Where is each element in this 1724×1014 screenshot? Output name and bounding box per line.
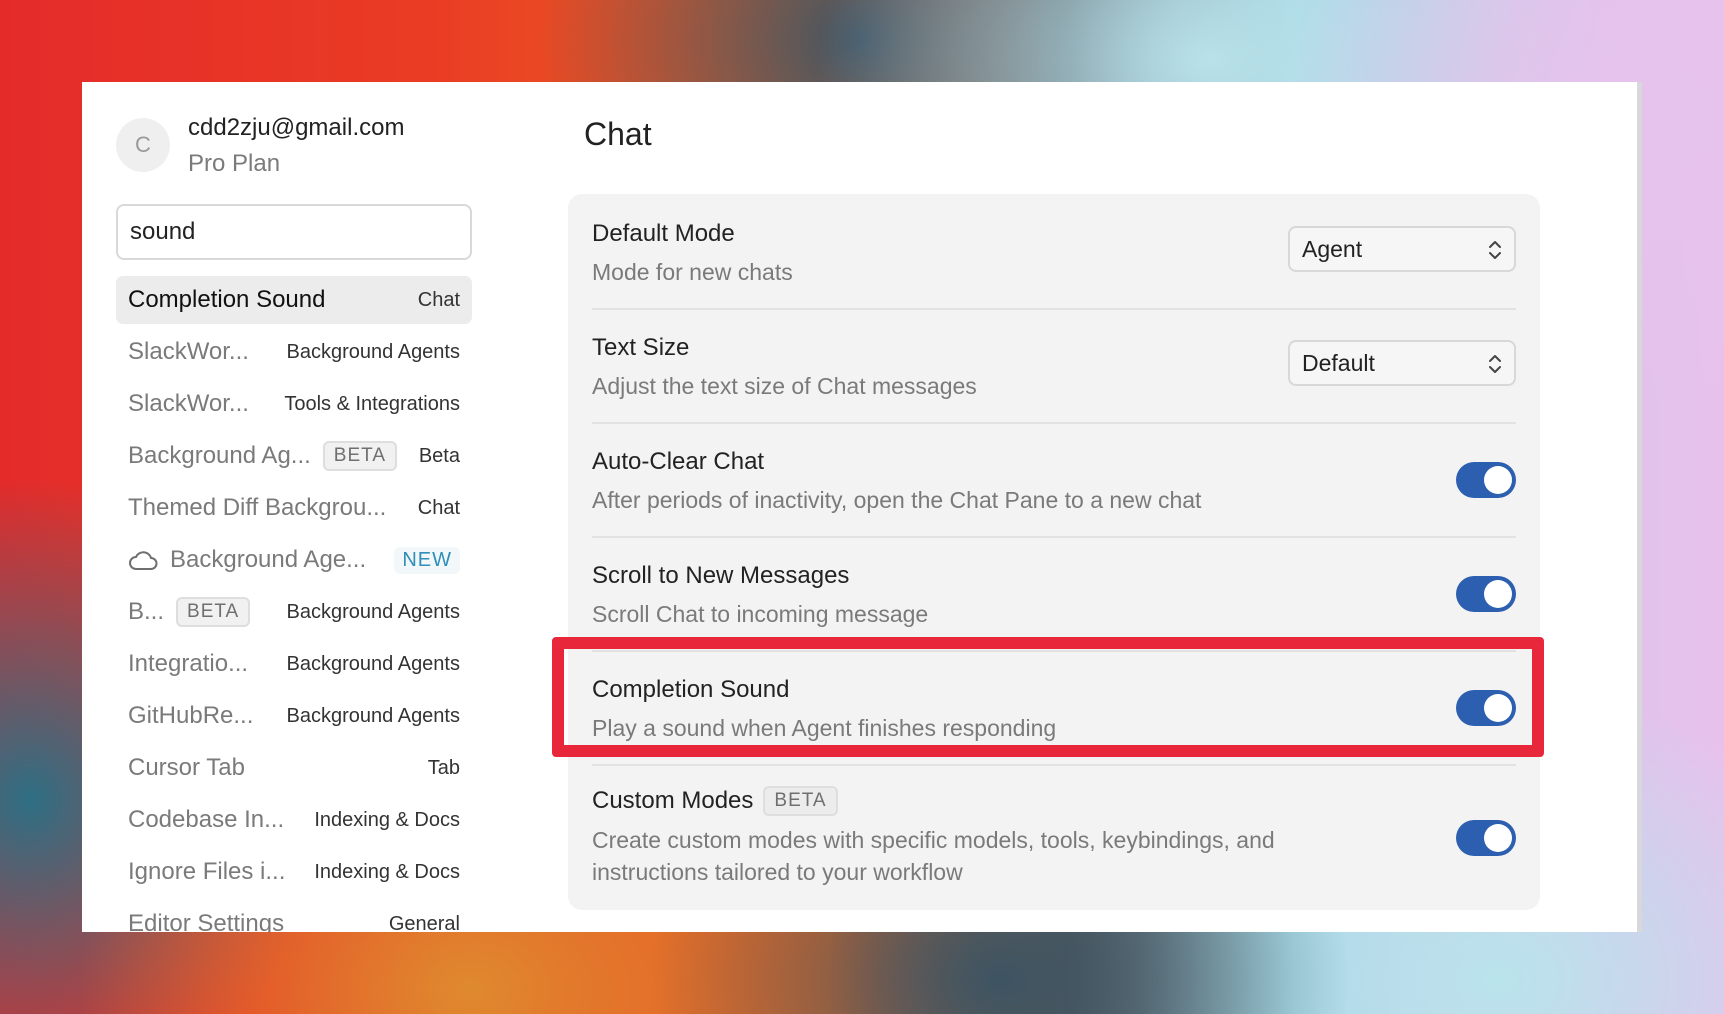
scroll-new-messages-toggle[interactable]	[1456, 576, 1516, 612]
result-category: Tab	[427, 756, 460, 779]
result-category: Background Agents	[286, 704, 460, 727]
result-label: B...	[128, 598, 165, 625]
result-item[interactable]: Ignore Files i... Indexing & Docs	[116, 848, 472, 896]
result-label: Background Ag...	[128, 442, 311, 469]
result-category: Tools & Integrations	[284, 392, 460, 415]
result-category: General	[388, 912, 460, 933]
result-item[interactable]: Completion Sound Chat	[116, 276, 472, 324]
setting-description: Scroll Chat to incoming message	[592, 601, 929, 627]
result-item[interactable]: Editor Settings General	[116, 900, 472, 932]
result-label: Editor Settings	[128, 910, 285, 932]
result-label: SlackWor...	[128, 338, 249, 365]
result-category: Background Agents	[286, 600, 460, 623]
chevron-up-down-icon	[1489, 355, 1501, 373]
divider	[592, 308, 1516, 310]
setting-scroll-new-messages: Scroll to New Messages Scroll Chat to in…	[592, 562, 1516, 630]
result-label: Codebase In...	[128, 806, 285, 833]
avatar[interactable]: C	[116, 118, 170, 172]
chevron-up-down-icon	[1489, 241, 1501, 259]
result-category: Chat	[417, 496, 460, 519]
setting-custom-modes: Custom Modes BETA Create custom modes wi…	[592, 786, 1516, 888]
select-value: Agent	[1302, 235, 1363, 262]
auto-clear-toggle[interactable]	[1456, 462, 1516, 498]
search-results: Completion Sound Chat SlackWor... Backgr…	[116, 276, 472, 932]
beta-badge: BETA	[322, 441, 398, 471]
highlight-box	[552, 637, 1544, 757]
settings-panel: Default Mode Mode for new chats Agent Te…	[568, 194, 1540, 910]
result-item[interactable]: SlackWor... Background Agents	[116, 328, 472, 376]
result-category: Chat	[417, 288, 460, 311]
result-item[interactable]: Background Ag... BETA Beta	[116, 432, 472, 480]
select-value: Default	[1302, 349, 1375, 376]
result-label: SlackWor...	[128, 390, 249, 417]
result-category: Beta	[418, 444, 460, 467]
result-item[interactable]: SlackWor... Tools & Integrations	[116, 380, 472, 428]
result-item[interactable]: Integratio... Background Agents	[116, 640, 472, 688]
setting-title: Auto-Clear Chat	[592, 448, 765, 475]
divider	[592, 422, 1516, 424]
result-item[interactable]: B... BETA Background Agents	[116, 588, 472, 636]
setting-description: Create custom modes with specific models…	[592, 827, 1275, 885]
page-title: Chat	[584, 116, 652, 152]
search-input[interactable]	[116, 204, 472, 260]
result-label: Background Age...	[170, 546, 367, 573]
cloud-icon	[129, 551, 158, 570]
text-size-select[interactable]: Default	[1288, 340, 1516, 386]
setting-description: After periods of inactivity, open the Ch…	[592, 487, 1202, 513]
setting-auto-clear: Auto-Clear Chat After periods of inactiv…	[592, 448, 1516, 516]
result-label: GitHubRe...	[128, 702, 254, 729]
window-edge	[1637, 82, 1642, 932]
result-item[interactable]: Codebase In... Indexing & Docs	[116, 796, 472, 844]
result-item[interactable]: Background Age... NEW	[116, 536, 472, 584]
default-mode-select[interactable]: Agent	[1288, 226, 1516, 272]
toggle-knob	[1484, 824, 1512, 852]
setting-title: Scroll to New Messages	[592, 562, 850, 589]
result-category: Indexing & Docs	[314, 808, 460, 831]
account-plan: Pro Plan	[188, 150, 281, 177]
beta-badge: BETA	[763, 786, 838, 816]
setting-title-text: Custom Modes	[592, 787, 754, 814]
result-item[interactable]: Cursor Tab Tab	[116, 744, 472, 792]
new-badge: NEW	[394, 546, 460, 574]
result-label: Completion Sound	[128, 286, 326, 313]
result-label: Cursor Tab	[128, 754, 245, 781]
result-label: Integratio...	[128, 650, 249, 677]
toggle-knob	[1484, 580, 1512, 608]
account-email: cdd2zju@gmail.com	[188, 114, 405, 141]
result-item[interactable]: Themed Diff Backgrou... Chat	[116, 484, 472, 532]
result-category: Background Agents	[286, 652, 460, 675]
beta-badge: BETA	[176, 597, 251, 627]
result-category: Indexing & Docs	[314, 860, 460, 883]
result-item[interactable]: GitHubRe... Background Agents	[116, 692, 472, 740]
divider	[592, 536, 1516, 538]
toggle-knob	[1484, 466, 1512, 494]
result-label: Ignore Files i...	[128, 858, 286, 885]
result-category: Background Agents	[286, 340, 460, 363]
setting-title: Custom Modes BETA	[592, 786, 1516, 816]
result-label: Themed Diff Backgrou...	[128, 494, 387, 521]
settings-window: C cdd2zju@gmail.com Pro Plan Completion …	[82, 82, 1642, 932]
divider	[592, 764, 1516, 766]
custom-modes-toggle[interactable]	[1456, 820, 1516, 856]
